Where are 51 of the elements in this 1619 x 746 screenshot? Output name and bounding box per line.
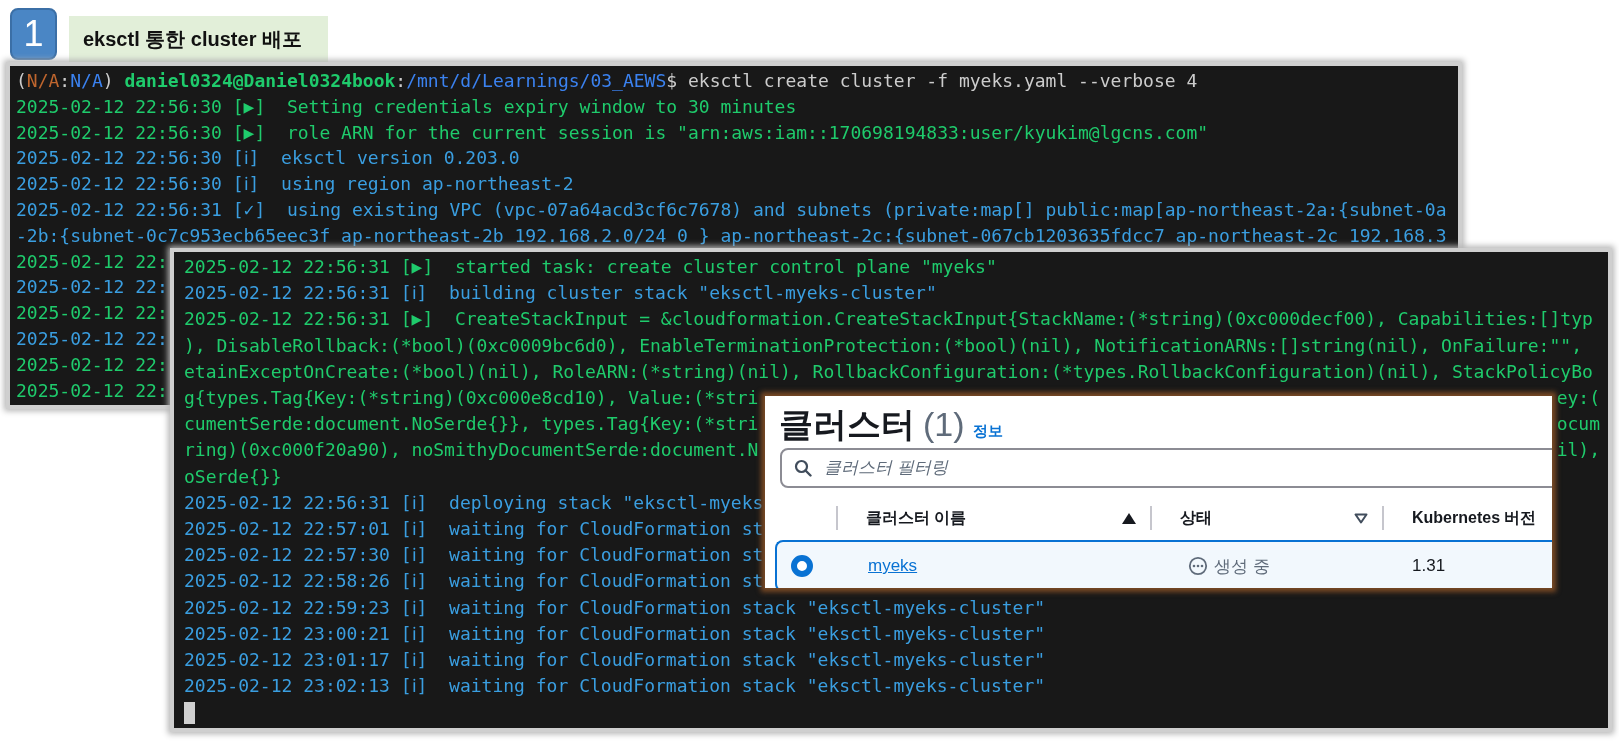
radio-button[interactable] — [791, 555, 813, 577]
terminal-line: 2025-02-12 22: — [16, 301, 168, 326]
terminal-line: 2025-02-12 22:56:30 [ℹ] eksctl version 0.203.0 — [16, 146, 520, 171]
step-number: 1 — [10, 8, 57, 60]
terminal-line: g{types.Tag{Key:(*string)(0xc000e8cd10), Value:(*stri — [184, 386, 759, 410]
terminal-line: 2025-02-12 22:56:31 [ℹ] deploying stack "eksctl-myeks — [184, 490, 764, 515]
terminal-line: 2025-02-12 22:57:30 [ℹ] waiting for CloudFormation st — [184, 543, 764, 568]
terminal-prompt: (N/A:N/A) daniel0324@Daniel0324book:/mnt/d/Learnings/03_AEWS$ eksctl create cluster -f myeks.yaml --verbose 4 — [16, 69, 1199, 93]
terminal-line: ey:( — [1556, 386, 1600, 410]
column-header[interactable]: 상태 — [1180, 507, 1212, 529]
terminal-line: cumentSerde:document.NoSerde{}}, types.Tag{Key:(*stri — [184, 412, 759, 437]
search-field[interactable]: 클러스터 필터링 — [780, 448, 1552, 488]
terminal-line: 2025-02-12 22: — [16, 352, 168, 377]
table-cell: 1.31 — [1412, 556, 1446, 576]
panel-title: 클러스터 — [779, 404, 915, 445]
step-title: eksctl 통한 cluster 배포 — [69, 16, 328, 62]
column-header[interactable]: 클러스터 이름 — [866, 507, 967, 529]
search-icon — [794, 459, 812, 477]
sort-ascending-icon[interactable] — [1122, 512, 1136, 524]
terminal-line: 2025-02-12 22: — [16, 249, 168, 274]
terminal-line: 2025-02-12 22: — [16, 326, 168, 351]
in-progress-icon — [1188, 556, 1208, 576]
terminal-line: 2025-02-12 22: — [16, 378, 168, 403]
terminal-line: ocum — [1556, 412, 1600, 437]
sort-icon[interactable] — [1354, 512, 1368, 524]
terminal-line: 2025-02-12 22:56:31 [▶] started task: create cluster control plane "myeks" — [184, 255, 997, 279]
column-header[interactable]: Kubernetes 버전 — [1412, 507, 1537, 529]
terminal-line: -2b:{subnet-0c7c953ecb65eec3f ap-northeast-2b 192.168.2.0/24 0 } ap-northeast-2c:{subnet-067cb1203635fdcc7 ap-northeast-2c 192.168.3 — [16, 223, 1447, 248]
cluster-name-link[interactable]: myeks — [868, 556, 918, 576]
terminal-line: 2025-02-12 23:00:21 [ℹ] waiting for CloudFormation stack "eksctl-myeks-cluster" — [184, 621, 1046, 646]
terminal-line: 2025-02-12 22:56:31 [✓] using existing VPC (vpc-07a64acd3cf6c7678) and subnets (private:map[] public:map[ap-northeast-2a:{subnet-0a — [16, 198, 1447, 222]
terminal-line: 2025-02-12 23:01:17 [ℹ] waiting for CloudFormation stack "eksctl-myeks-cluster" — [184, 648, 1046, 673]
terminal-line: 2025-02-12 22:57:01 [ℹ] waiting for CloudFormation st — [184, 517, 764, 542]
table-row[interactable]: myeks 생성 중 1.31 — [775, 540, 1552, 588]
terminal-line: 2025-02-12 22:58:26 [ℹ] waiting for CloudFormation st — [184, 569, 764, 594]
terminal-line: ring)(0xc000f20a90), noSmithyDocumentSerde:document.N — [184, 438, 759, 463]
terminal-line: 2025-02-12 22:56:30 [ℹ] using region ap-northeast-2 — [16, 172, 574, 197]
status-text: 생성 중 — [1214, 555, 1270, 578]
terminal-line: 2025-02-12 22:56:30 [▶] Setting credentials expiry window to 30 minutes — [16, 94, 797, 119]
info-link[interactable]: 정보 — [972, 422, 1003, 441]
terminal-line: ), DisableRollback:(*bool)(0xc0009bc6d0), EnableTerminationProtection:(*bool)(nil), NotificationARNs:[]string(nil), OnFailure:"", — [184, 333, 1582, 358]
terminal-line: 2025-02-12 22: — [16, 275, 168, 300]
terminal-line: il), — [1556, 438, 1600, 463]
terminal-line: oSerde{}} — [184, 464, 282, 489]
terminal-line: 2025-02-12 22:56:31 [▶] CreateStackInput = &cloudformation.CreateStackInput{StackName:(*string)(0xc000decf00), Capabilities:[]typ — [184, 307, 1593, 332]
cluster-count: (1) — [923, 405, 965, 444]
terminal-line: 2025-02-12 22:56:31 [ℹ] building cluster stack "eksctl-myeks-cluster" — [184, 281, 937, 306]
terminal-line: etainExceptOnCreate:(*bool)(nil), RoleARN:(*string)(nil), RollbackConfiguration:(*types.RollbackConfiguration)(nil), StackPolicyBo — [184, 359, 1593, 384]
terminal-line: 2025-02-12 22:56:30 [▶] role ARN for the current session is "arn:aws:iam::170698194833:user/kyukim@lgcns.com" — [16, 120, 1209, 145]
terminal-line: 2025-02-12 23:02:13 [ℹ] waiting for CloudFormation stack "eksctl-myeks-cluster" — [184, 674, 1046, 699]
terminal-line: 2025-02-12 22:59:23 [ℹ] waiting for CloudFormation stack "eksctl-myeks-cluster" — [184, 595, 1046, 620]
